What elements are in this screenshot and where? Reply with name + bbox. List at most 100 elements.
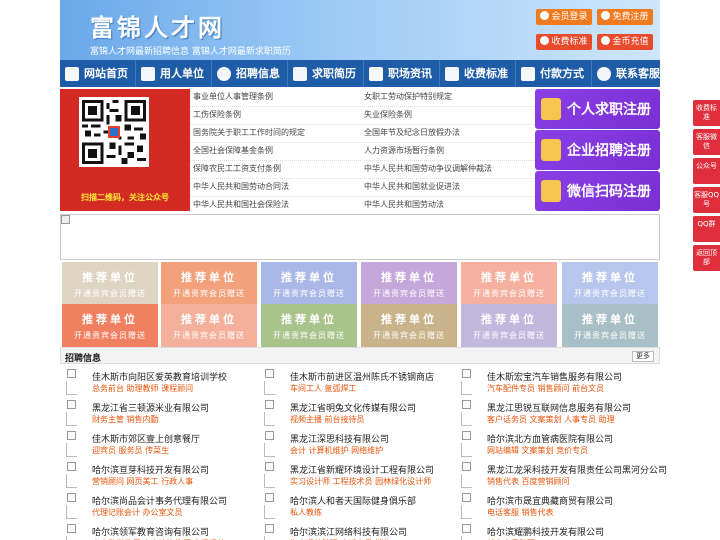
side-fee-button[interactable]: 收费标准	[693, 100, 720, 126]
recommend-unit-slot[interactable]: 推荐单位 开通贵宾会员赠送	[161, 262, 257, 306]
job-positions[interactable]: 销售代表 百度营销顾问	[487, 476, 570, 487]
job-item[interactable]: 佳木斯市向阳区爱英教育培训学校 总务前台 助理教师 课程顾问	[60, 367, 256, 397]
company-name[interactable]: 黑龙江思锐互联网信息服务有限公司	[487, 401, 631, 414]
job-positions[interactable]: 营销顾问 网页美工 行政人事	[92, 476, 193, 487]
law-link[interactable]: 保障农民工工资支付条例	[193, 163, 281, 174]
job-item[interactable]: 黑龙江省三顿源米业有限公司 财务主管 销售内勤	[60, 398, 256, 428]
company-name[interactable]: 黑龙江龙采科技开发有限责任公司黑河分公司	[487, 463, 667, 476]
wechat-register-button[interactable]: 微信扫码注册	[535, 171, 660, 211]
recommend-unit-slot[interactable]: 推荐单位 开通贵宾会员赠送	[261, 262, 357, 306]
company-name[interactable]: 佳木斯市前进区温州陈氏不锈钢商店	[290, 370, 434, 383]
job-positions[interactable]: 视频主播 前台接待员	[290, 414, 365, 425]
recommend-unit-slot[interactable]: 推荐单位 开通贵宾会员赠送	[261, 304, 357, 348]
job-positions[interactable]: 代理记账会计 办公室文员	[92, 507, 183, 518]
company-name[interactable]: 哈尔滨尚品会计事务代理有限公司	[92, 494, 227, 507]
recommend-unit-slot[interactable]: 推荐单位 开通贵宾会员赠送	[461, 304, 557, 348]
side-back-to-top-button[interactable]: 返回顶部	[693, 245, 720, 271]
law-link[interactable]: 国务院关于职工工作时间的规定	[193, 127, 305, 138]
nav-resumes[interactable]: 求职简历	[288, 60, 364, 87]
recommend-unit-slot[interactable]: 推荐单位 开通贵宾会员赠送	[161, 304, 257, 348]
company-name[interactable]: 黑龙江深思科技有限公司	[290, 432, 389, 445]
job-positions[interactable]: 私人教练	[290, 507, 322, 518]
nav-home[interactable]: 网站首页	[60, 60, 136, 87]
job-item[interactable]: 佳木斯市郊区壹上创意餐厅 迎宾员 服务员 传菜生	[60, 429, 256, 459]
job-item[interactable]: 黑龙江思锐互联网信息服务有限公司 客户话务员 文案策划 人事专员 助理	[455, 398, 651, 428]
job-positions[interactable]: 总务前台 助理教师 课程顾问	[92, 383, 193, 394]
nav-employers[interactable]: 用人单位	[136, 60, 212, 87]
job-positions[interactable]: 车间工人 氩弧焊工	[290, 383, 357, 394]
recommend-unit-slot[interactable]: 推荐单位 开通贵宾会员赠送	[562, 304, 658, 348]
law-link[interactable]: 全国年节及纪念日放假办法	[364, 127, 460, 138]
recommend-unit-slot[interactable]: 推荐单位 开通贵宾会员赠送	[62, 304, 158, 348]
fee-standard-button[interactable]: 收费标准	[536, 34, 592, 50]
company-name[interactable]: 哈尔滨亘芽科技开发有限公司	[92, 463, 209, 476]
job-item[interactable]: 黑龙江深思科技有限公司 会计 计算机维护 网络维护	[258, 429, 454, 459]
nav-payment[interactable]: 付款方式	[516, 60, 592, 87]
company-name[interactable]: 黑龙江省明兔文化传媒有限公司	[290, 401, 416, 414]
company-name[interactable]: 黑龙江省新耀环境设计工程有限公司	[290, 463, 434, 476]
login-button[interactable]: 会员登录	[536, 9, 592, 25]
job-positions[interactable]: 迎宾员 服务员 传菜生	[92, 445, 169, 456]
company-register-button[interactable]: 企业招聘注册	[535, 130, 660, 170]
recommend-unit-slot[interactable]: 推荐单位 开通贵宾会员赠送	[461, 262, 557, 306]
job-item[interactable]: 佳木斯宏宝汽车销售服务有限公司 汽车配件专员 销售顾问 前台文员	[455, 367, 651, 397]
job-item[interactable]: 哈尔滨耀鹏科技开发有限公司前台文员助理	[455, 522, 651, 540]
law-link[interactable]: 失业保险条例	[364, 109, 412, 120]
job-positions[interactable]: 电话客服 销售代表	[487, 507, 554, 518]
job-item[interactable]: 哈尔滨亘芽科技开发有限公司 营销顾问 网页美工 行政人事	[60, 460, 256, 490]
register-button[interactable]: 免费注册	[597, 9, 653, 25]
company-name[interactable]: 哈尔滨滨江网络科技有限公司	[290, 525, 407, 538]
law-link[interactable]: 中华人民共和国社会保险法	[193, 199, 289, 210]
company-name[interactable]: 哈尔滨耀鹏科技开发有限公司	[487, 525, 604, 538]
company-name[interactable]: 哈尔滨人和者天国际健身俱乐部	[290, 494, 416, 507]
company-name[interactable]: 佳木斯市向阳区爱英教育培训学校	[92, 370, 227, 383]
job-item[interactable]: 哈尔滨人和者天国际健身俱乐部 私人教练	[258, 491, 454, 521]
job-item[interactable]: 哈尔滨尚品会计事务代理有限公司 代理记账会计 办公室文员	[60, 491, 256, 521]
job-item[interactable]: 哈尔滨北方血管病医院有限公司 网站编辑 文案策划 竞价专员	[455, 429, 651, 459]
site-title[interactable]: 富锦人才网	[90, 8, 225, 43]
law-link[interactable]: 人力资源市场暂行条例	[364, 145, 444, 156]
side-official-account-button[interactable]: 公众号	[693, 158, 720, 184]
more-button[interactable]: 更多	[632, 351, 654, 362]
job-item[interactable]: 哈尔滨领军教育咨询有限公司高中数学教师 高中政治教师 市场运营	[60, 522, 256, 540]
job-positions[interactable]: 汽车配件专员 销售顾问 前台文员	[487, 383, 604, 394]
personal-register-button[interactable]: 个人求职注册	[535, 89, 660, 129]
job-item[interactable]: 哈尔滨滨江网络科技有限公司淘宝运营助理 电话专员 销售	[258, 522, 454, 540]
law-link[interactable]: 中华人民共和国就业促进法	[364, 181, 460, 192]
nav-news[interactable]: 职场资讯	[364, 60, 440, 87]
recommend-unit-slot[interactable]: 推荐单位 开通贵宾会员赠送	[361, 262, 457, 306]
side-wechat-button[interactable]: 客服微信	[693, 129, 720, 155]
law-link[interactable]: 中华人民共和国劳动法	[364, 199, 444, 210]
coin-recharge-button[interactable]: 金币充值	[597, 34, 653, 50]
law-link[interactable]: 女职工劳动保护特别规定	[364, 91, 452, 102]
job-item[interactable]: 哈尔滨市晟宜典藏商贸有限公司 电话客服 销售代表	[455, 491, 651, 521]
job-positions[interactable]: 网站编辑 文案策划 竞价专员	[487, 445, 588, 456]
law-link[interactable]: 事业单位人事管理条例	[193, 91, 273, 102]
job-positions[interactable]: 会计 计算机维护 网络维护	[290, 445, 383, 456]
ad-banner[interactable]	[60, 214, 660, 260]
law-link[interactable]: 中华人民共和国劳动合同法	[193, 181, 289, 192]
company-name[interactable]: 哈尔滨市晟宜典藏商贸有限公司	[487, 494, 613, 507]
nav-fees[interactable]: 收费标准	[440, 60, 516, 87]
job-positions[interactable]: 财务主管 销售内勤	[92, 414, 159, 425]
recommend-unit-slot[interactable]: 推荐单位 开通贵宾会员赠送	[62, 262, 158, 306]
company-name[interactable]: 黑龙江省三顿源米业有限公司	[92, 401, 209, 414]
nav-contact[interactable]: 联系客服	[592, 60, 667, 87]
side-qq-group-button[interactable]: QQ群	[693, 216, 720, 242]
job-item[interactable]: 黑龙江省明兔文化传媒有限公司 视频主播 前台接待员	[258, 398, 454, 428]
company-name[interactable]: 佳木斯市郊区壹上创意餐厅	[92, 432, 200, 445]
company-name[interactable]: 哈尔滨北方血管病医院有限公司	[487, 432, 613, 445]
job-positions[interactable]: 客户话务员 文案策划 人事专员 助理	[487, 414, 615, 425]
side-qq-button[interactable]: 客服QQ号	[693, 187, 720, 213]
job-item[interactable]: 黑龙江省新耀环境设计工程有限公司 实习设计师 工程技术员 园林绿化设计师	[258, 460, 454, 490]
recommend-unit-slot[interactable]: 推荐单位 开通贵宾会员赠送	[562, 262, 658, 306]
job-positions[interactable]: 实习设计师 工程技术员 园林绿化设计师	[290, 476, 431, 487]
recommend-unit-slot[interactable]: 推荐单位 开通贵宾会员赠送	[361, 304, 457, 348]
law-link[interactable]: 工伤保险条例	[193, 109, 241, 120]
law-link[interactable]: 全国社会保障基金条例	[193, 145, 273, 156]
nav-jobs[interactable]: 招聘信息	[212, 60, 288, 87]
law-link[interactable]: 中华人民共和国劳动争议调解仲裁法	[364, 163, 492, 174]
job-item[interactable]: 佳木斯市前进区温州陈氏不锈钢商店 车间工人 氩弧焊工	[258, 367, 454, 397]
company-name[interactable]: 佳木斯宏宝汽车销售服务有限公司	[487, 370, 622, 383]
job-item[interactable]: 黑龙江龙采科技开发有限责任公司黑河分公司 销售代表 百度营销顾问	[455, 460, 667, 490]
